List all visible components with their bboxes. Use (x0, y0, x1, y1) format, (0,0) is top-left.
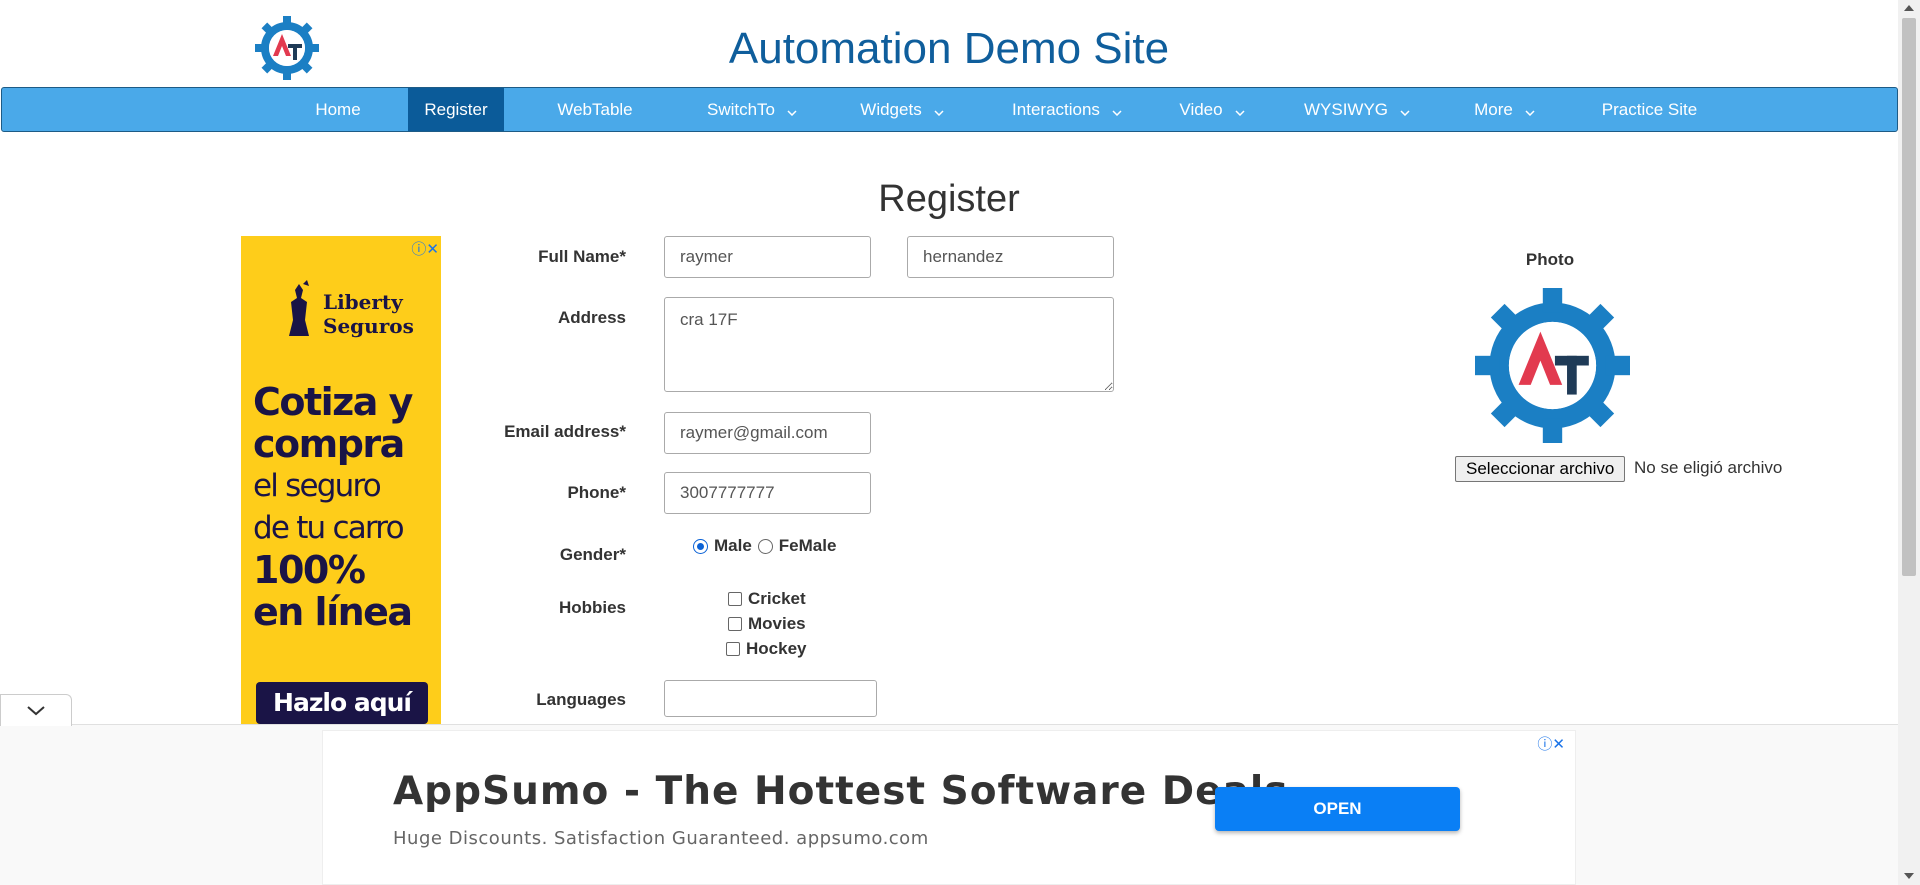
gender-options: Male FeMale (693, 536, 836, 556)
side-ad-cta-button[interactable]: Hazlo aquí (256, 682, 428, 724)
cricket-label: Cricket (748, 589, 806, 608)
ad-line-2: compra (253, 422, 405, 466)
gender-male-label: Male (714, 536, 752, 555)
full-name-label: Full Name* (538, 247, 626, 266)
hobby-cricket[interactable]: Cricket (728, 589, 806, 609)
gender-female-label: FeMale (778, 536, 837, 555)
nav-webtable[interactable]: WebTable (542, 88, 648, 131)
ad-info-close-icon[interactable]: ⓘ✕ (411, 238, 439, 259)
nav-widgets[interactable]: Widgets (847, 88, 957, 131)
languages-label: Languages (536, 690, 626, 709)
cricket-checkbox[interactable] (728, 592, 742, 606)
side-ad-copy: Cotiza y compra el seguro de tu carro 10… (253, 381, 438, 633)
ad-info-close-icon[interactable]: ⓘ✕ (1537, 733, 1565, 754)
statue-of-liberty-icon (289, 280, 309, 336)
main-navbar: Home Register WebTable SwitchTo Widgets … (1, 87, 1898, 132)
scroll-down-arrow-icon[interactable] (1904, 873, 1914, 879)
nav-widgets-label: Widgets (860, 100, 922, 119)
chevron-down-icon (27, 706, 45, 716)
chevron-down-icon (1400, 89, 1410, 132)
hockey-label: Hockey (746, 639, 807, 658)
nav-more-label: More (1474, 100, 1513, 119)
ad-line-6: en línea (253, 590, 413, 634)
last-name-input[interactable] (907, 236, 1114, 278)
chevron-down-icon (934, 89, 944, 132)
bottom-ad-open-button[interactable]: OPEN (1215, 787, 1460, 831)
bottom-advertisement[interactable]: ⓘ✕ AppSumo - The Hottest Software Deals … (322, 730, 1576, 885)
nav-interactions[interactable]: Interactions (992, 88, 1142, 131)
chevron-down-icon (787, 89, 797, 132)
first-name-input[interactable] (664, 236, 871, 278)
hobby-movies[interactable]: Movies (728, 614, 806, 634)
site-title: Automation Demo Site (728, 24, 1170, 73)
liberty-seguros-logo: Liberty Seguros (323, 290, 414, 338)
nav-wysiwyg[interactable]: WYSIWYG (1292, 88, 1422, 131)
nav-practice-site[interactable]: Practice Site (1592, 88, 1707, 131)
brand-line-2: Seguros (323, 314, 414, 338)
brand-line-1: Liberty (323, 290, 403, 314)
scrollbar-thumb[interactable] (1902, 18, 1916, 576)
email-input[interactable] (664, 412, 871, 454)
page-title: Register (878, 178, 1020, 220)
nav-switchto-label: SwitchTo (706, 100, 776, 119)
phone-label: Phone* (567, 483, 626, 502)
ad-line-5: 100% (253, 548, 366, 592)
chevron-down-icon (1235, 89, 1245, 132)
ad-line-4: de tu carro (253, 510, 405, 546)
gender-female-radio[interactable] (757, 538, 773, 554)
address-textarea[interactable]: cra 17F (664, 297, 1114, 392)
side-advertisement[interactable]: ⓘ✕ Liberty Seguros Cotiza y compra el se… (241, 236, 441, 724)
gender-label: Gender* (559, 545, 626, 564)
hockey-checkbox[interactable] (726, 642, 740, 656)
nav-switchto[interactable]: SwitchTo (692, 88, 812, 131)
ad-line-3: el seguro (253, 468, 382, 504)
nav-wysiwyg-label: WYSIWYG (1303, 100, 1389, 119)
phone-input[interactable] (664, 472, 871, 514)
file-status-text: No se eligió archivo (1634, 458, 1783, 477)
ad-line-1: Cotiza y (253, 380, 413, 424)
scroll-up-arrow-icon[interactable] (1904, 5, 1914, 11)
nav-home[interactable]: Home (302, 88, 374, 131)
hobby-hockey[interactable]: Hockey (726, 639, 806, 659)
nav-video-label: Video (1179, 100, 1223, 119)
choose-file-button[interactable]: Seleccionar archivo (1455, 456, 1626, 482)
languages-input[interactable] (664, 680, 877, 717)
photo-preview-image (1475, 288, 1630, 443)
nav-register[interactable]: Register (408, 88, 504, 131)
bottom-ad-headline[interactable]: AppSumo - The Hottest Software Deals (393, 769, 1288, 814)
nav-interactions-label: Interactions (1012, 100, 1100, 119)
photo-label: Photo (1525, 250, 1575, 269)
movies-checkbox[interactable] (728, 617, 742, 631)
nav-more[interactable]: More (1462, 88, 1547, 131)
page-scrollbar[interactable] (1898, 0, 1920, 885)
chevron-down-icon (1525, 89, 1535, 132)
address-label: Address (557, 308, 626, 327)
gender-male-radio[interactable] (693, 538, 708, 554)
nav-video[interactable]: Video (1167, 88, 1257, 131)
bottom-ad-subline: Huge Discounts. Satisfaction Guaranteed.… (393, 828, 929, 849)
ad-collapse-toggle[interactable] (0, 694, 72, 726)
email-label: Email address* (504, 422, 626, 441)
hobbies-label: Hobbies (558, 598, 626, 617)
chevron-down-icon (1112, 89, 1122, 132)
movies-label: Movies (748, 614, 806, 633)
